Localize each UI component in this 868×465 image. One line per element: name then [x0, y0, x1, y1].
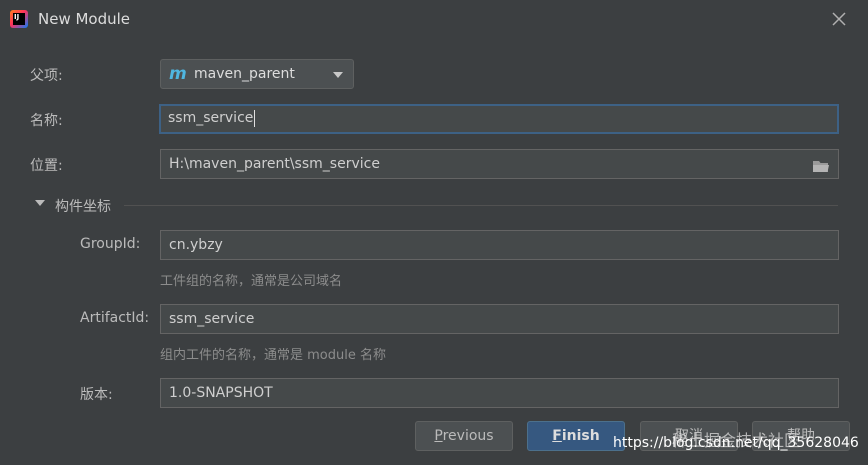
groupid-hint: 工件组的名称，通常是公司域名 — [160, 274, 343, 289]
window-title: New Module — [38, 10, 131, 28]
artifactid-value: ssm_service — [169, 311, 255, 327]
artifactid-hint: 组内工件的名称，通常是 module 名称 — [160, 348, 386, 363]
finish-button[interactable]: Finish — [527, 421, 625, 451]
text-caret — [254, 109, 256, 127]
location-input[interactable]: H:\maven_parent\ssm_service — [160, 149, 839, 179]
groupid-input[interactable]: cn.ybzy — [160, 230, 839, 260]
finish-mnemonic: F — [552, 428, 562, 444]
section-divider — [124, 205, 838, 206]
title-bar: IJ New Module — [0, 0, 868, 38]
collapse-triangle-icon[interactable] — [35, 200, 45, 206]
artifact-section-title[interactable]: 构件坐标 — [55, 196, 111, 216]
location-value: H:\maven_parent\ssm_service — [169, 156, 380, 172]
watermark-url: https://blog.csdn.net/qq_35628046 — [613, 435, 859, 451]
name-input[interactable]: ssm_service — [159, 104, 839, 134]
folder-icon[interactable] — [812, 158, 830, 172]
groupid-label: GroupId: — [80, 236, 141, 252]
version-value: 1.0-SNAPSHOT — [169, 385, 273, 401]
artifactid-label: ArtifactId: — [80, 310, 150, 326]
name-label: 名称: — [30, 113, 63, 129]
version-label: 版本: — [80, 387, 113, 403]
close-icon[interactable] — [826, 6, 852, 32]
previous-mnemonic: P — [434, 428, 443, 444]
name-value: ssm_service — [168, 110, 254, 126]
chevron-down-icon — [333, 72, 343, 78]
finish-label: inish — [561, 428, 600, 444]
parent-dropdown[interactable]: m maven_parent — [160, 59, 354, 89]
previous-button[interactable]: Previous — [415, 421, 513, 451]
parent-label: 父项: — [30, 68, 63, 84]
intellij-logo-icon: IJ — [10, 10, 28, 28]
groupid-value: cn.ybzy — [169, 237, 223, 253]
artifactid-input[interactable]: ssm_service — [160, 304, 839, 334]
parent-value: maven_parent — [194, 66, 295, 82]
location-label: 位置: — [30, 158, 63, 174]
maven-icon: m — [169, 64, 187, 84]
version-input[interactable]: 1.0-SNAPSHOT — [160, 378, 839, 408]
previous-label: revious — [442, 428, 494, 444]
